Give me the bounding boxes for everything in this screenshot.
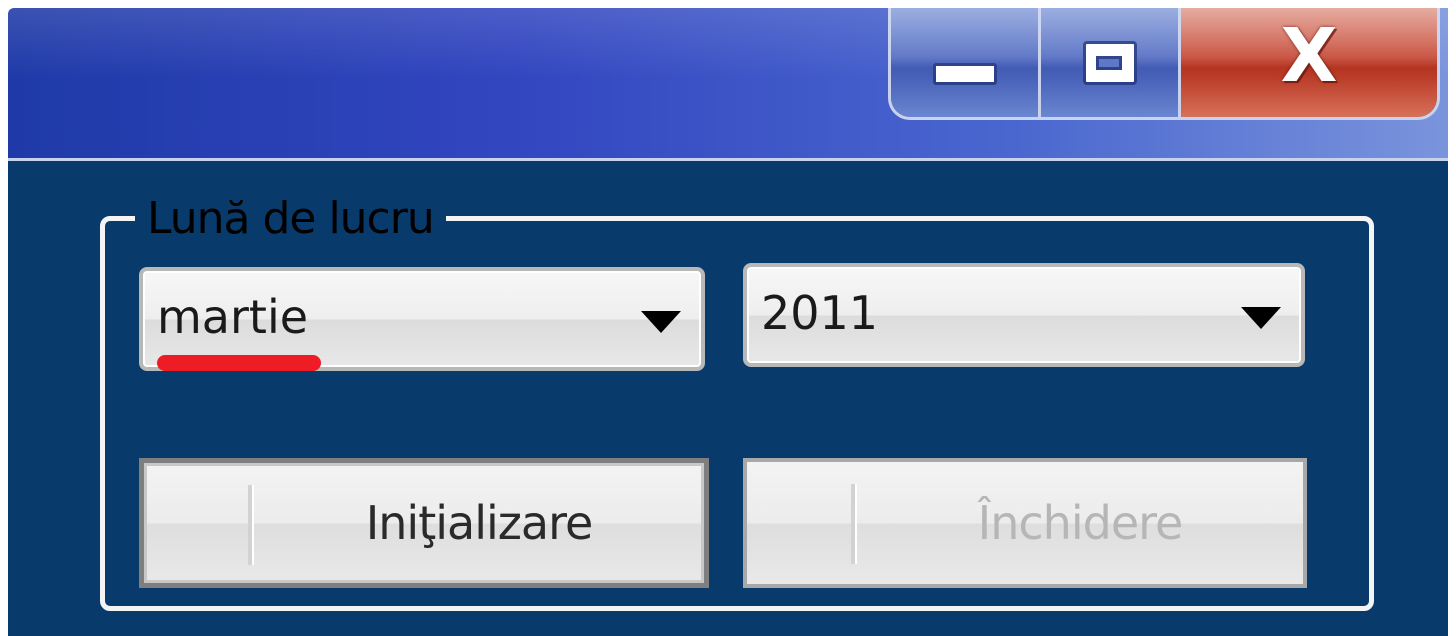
close-icon: X (1280, 12, 1338, 99)
groupbox-legend: Lună de lucru (135, 191, 446, 247)
work-month-groupbox: Lună de lucru martie 2011 Iniţializare Î… (100, 191, 1374, 611)
minimize-icon (932, 62, 997, 85)
month-select[interactable]: martie (139, 267, 705, 371)
dialog-body: Lună de lucru martie 2011 Iniţializare Î… (8, 158, 1448, 636)
close-button[interactable]: Închidere (743, 458, 1307, 588)
chevron-down-icon[interactable] (1241, 307, 1281, 329)
close-button-label: Închidere (977, 496, 1184, 550)
chevron-down-icon[interactable] (641, 311, 681, 333)
initialize-button-label: Iniţializare (365, 496, 594, 550)
close-window-button[interactable]: X (1181, 8, 1437, 117)
application-window: X Lună de lucru martie 2011 Iniţializare… (0, 0, 1456, 636)
maximize-button[interactable] (1041, 8, 1181, 117)
minimize-button[interactable] (891, 8, 1041, 117)
initialize-button[interactable]: Iniţializare (139, 458, 709, 588)
caption-buttons: X (888, 8, 1440, 120)
red-underline-annotation (157, 355, 321, 371)
year-select[interactable]: 2011 (743, 263, 1305, 367)
title-bar[interactable]: X (8, 8, 1448, 158)
maximize-icon (1082, 40, 1137, 85)
month-select-value: martie (157, 290, 309, 344)
year-select-value: 2011 (761, 286, 879, 340)
